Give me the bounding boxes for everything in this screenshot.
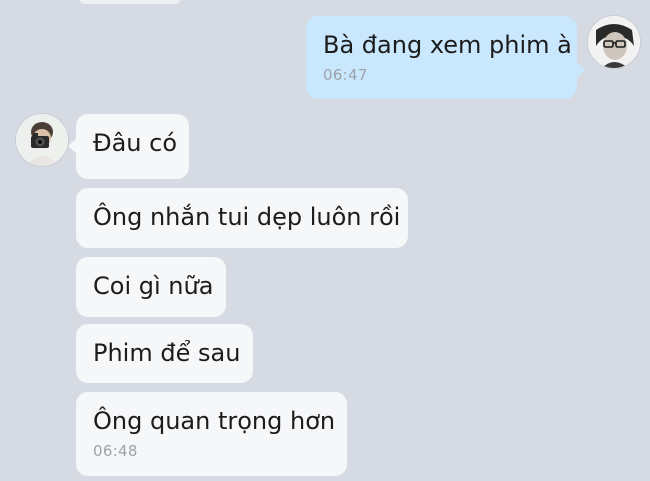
previous-message-edge [80,0,180,4]
incoming-message[interactable]: Coi gì nữa [76,257,226,317]
message-timestamp: 06:48 [93,442,138,460]
message-text: Đâu có [93,129,178,157]
bubble-tail [68,138,77,154]
message-text: Coi gì nữa [93,272,214,300]
message-text: Ông nhắn tui dẹp luôn rồi [93,203,401,231]
incoming-message[interactable]: Đâu có [68,114,189,179]
message-timestamp: 06:47 [323,66,368,84]
outgoing-message[interactable]: Bà đang xem phim à 06:47 [306,16,585,99]
message-text: Ông quan trọng hơn [93,407,336,435]
incoming-message[interactable]: Ông nhắn tui dẹp luôn rồi [76,188,408,248]
incoming-message[interactable]: Ông quan trọng hơn 06:48 [76,392,347,476]
bubble-tail [576,62,585,78]
message-text: Phim để sau [93,339,241,367]
friend-avatar-icon[interactable] [15,113,69,167]
own-avatar-icon[interactable] [587,15,641,69]
message-text: Bà đang xem phim à [323,31,572,59]
incoming-message[interactable]: Phim để sau [76,324,253,383]
